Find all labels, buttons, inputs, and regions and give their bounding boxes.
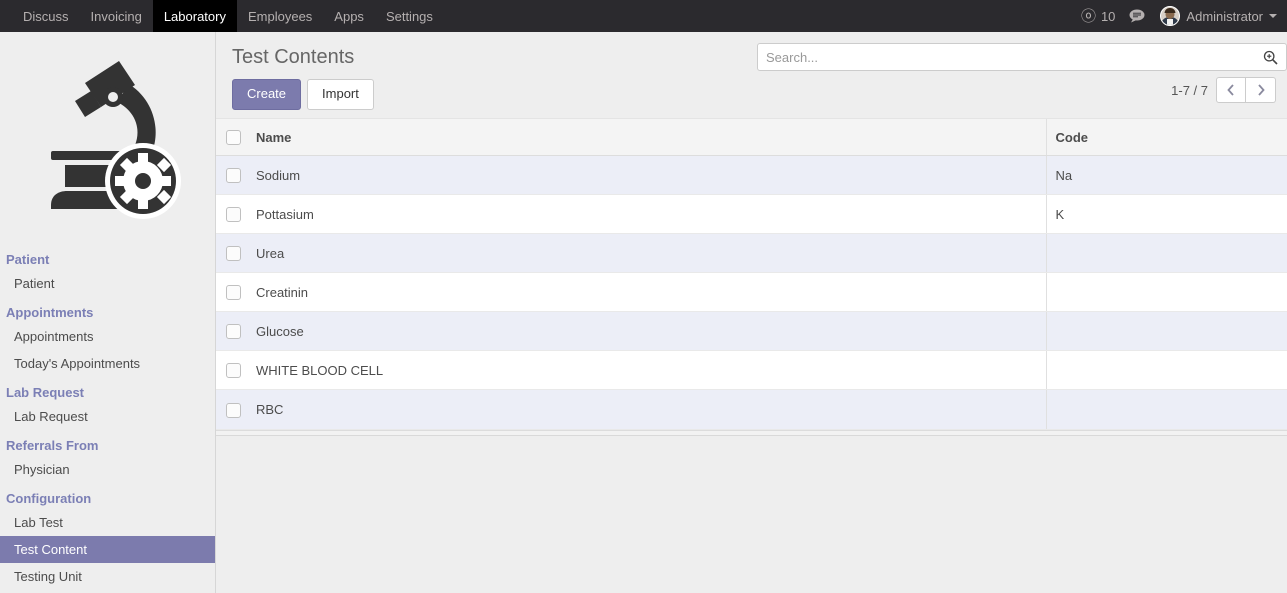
pagination: 1-7 / 7 [1171, 77, 1276, 103]
row-checkbox[interactable] [226, 324, 241, 340]
magnifier-plus-icon[interactable] [1263, 50, 1278, 65]
row-checkbox-cell [216, 389, 248, 430]
import-button[interactable]: Import [307, 79, 374, 110]
sidebar-item-lab-request[interactable]: Lab Request [0, 403, 215, 430]
row-checkbox-cell [216, 194, 248, 235]
cell-code[interactable] [1045, 272, 1287, 313]
select-all-checkbox[interactable] [226, 130, 241, 146]
row-checkbox[interactable] [226, 285, 241, 301]
user-name: Administrator [1186, 8, 1263, 24]
row-checkbox-cell [216, 350, 248, 391]
table-row[interactable]: Creatinin [216, 272, 1287, 313]
action-buttons: Create Import [216, 69, 1287, 110]
table-row[interactable]: Pottasium K [216, 194, 1287, 235]
cell-name[interactable]: Pottasium [248, 194, 1046, 235]
column-header-name[interactable]: Name [248, 117, 1046, 157]
row-checkbox-cell [216, 311, 248, 352]
nav-item-apps[interactable]: Apps [323, 0, 375, 32]
sidebar-section-referrals-from: Referrals From [6, 438, 99, 453]
sidebar-menu: Patient Patient Appointments Appointments To… [0, 244, 215, 590]
control-panel: Test Contents Create Import Search... 1-… [216, 32, 1287, 118]
row-checkbox[interactable] [226, 168, 241, 184]
cell-name[interactable]: RBC [248, 389, 1046, 430]
cell-name[interactable]: Glucose [248, 311, 1046, 352]
nav-item-laboratory[interactable]: Laboratory [152, 0, 237, 32]
sidebar-section-lab-request: Lab Request [6, 385, 85, 400]
nav-item-invoicing[interactable]: Invoicing [80, 0, 153, 32]
chat-bubble-icon[interactable] [1129, 9, 1146, 23]
row-checkbox-cell [216, 155, 248, 196]
top-navbar: Discuss Invoicing Laboratory Employees Apps S… [0, 0, 1287, 32]
user-menu[interactable]: Administrator [1160, 6, 1277, 26]
table-body: Sodium Na Pottasium K Urea Creatinin Glucose WH… [216, 155, 1287, 430]
sidebar-item-testing-unit[interactable]: Testing Unit [0, 563, 215, 590]
main-content: Test Contents Create Import Search... 1-… [216, 32, 1287, 593]
table-footer [216, 429, 1287, 436]
row-checkbox-cell [216, 233, 248, 274]
sidebar-section-patient: Patient [6, 252, 50, 267]
sidebar: Patient Patient Appointments Appointments To… [0, 32, 216, 593]
caret-down-icon [1269, 14, 1277, 18]
cell-code[interactable] [1045, 389, 1287, 430]
sidebar-item-test-content[interactable]: Test Content [0, 536, 215, 563]
sidebar-section-appointments: Appointments [6, 305, 94, 320]
main-nav-menu: Discuss Invoicing Laboratory Employees Apps S… [12, 0, 444, 32]
pagination-range: 1-7 / 7 [1171, 82, 1208, 98]
table-header-row: Name Code [216, 117, 1287, 157]
cell-code[interactable] [1045, 311, 1287, 352]
avatar [1160, 6, 1181, 26]
sidebar-item-lab-test[interactable]: Lab Test [0, 509, 215, 536]
row-checkbox-cell [216, 272, 248, 313]
sidebar-item-appointments[interactable]: Appointments [0, 323, 215, 350]
table-row[interactable]: WHITE BLOOD CELL [216, 350, 1287, 391]
microscope-gear-logo [0, 32, 215, 244]
search-box[interactable] [757, 43, 1287, 71]
table-row[interactable]: Urea [216, 233, 1287, 274]
chevron-left-icon[interactable] [1216, 77, 1246, 103]
cell-code[interactable] [1045, 233, 1287, 274]
row-checkbox[interactable] [226, 363, 241, 379]
cell-code[interactable] [1045, 350, 1287, 391]
create-button[interactable]: Create [232, 79, 302, 110]
page-layout: Patient Patient Appointments Appointments To… [0, 32, 1287, 593]
search-input[interactable] [766, 49, 1263, 65]
cell-name[interactable]: WHITE BLOOD CELL [248, 350, 1046, 391]
table-row[interactable]: Glucose [216, 311, 1287, 352]
nav-item-employees[interactable]: Employees [237, 0, 323, 32]
list-view: Name Code Sodium Na Pottasium K Urea Creatini… [216, 117, 1287, 436]
at-icon: ⓞ [1080, 7, 1096, 25]
cell-code[interactable]: Na [1045, 155, 1287, 196]
mentions-indicator[interactable]: ⓞ 10 [1081, 9, 1115, 24]
sidebar-item-patient[interactable]: Patient [0, 270, 215, 297]
sidebar-item-today-s-appointments[interactable]: Today's Appointments [0, 350, 215, 377]
test-contents-table: Name Code Sodium Na Pottasium K Urea Creatini… [216, 117, 1287, 430]
nav-item-settings[interactable]: Settings [375, 0, 444, 32]
pagination-buttons [1216, 77, 1276, 103]
select-all-cell [216, 117, 248, 157]
row-checkbox[interactable] [226, 402, 241, 418]
table-row[interactable]: Sodium Na [216, 155, 1287, 196]
cell-code[interactable]: K [1045, 194, 1287, 235]
nav-item-discuss[interactable]: Discuss [12, 0, 80, 32]
row-checkbox[interactable] [226, 246, 241, 262]
chevron-right-icon[interactable] [1246, 77, 1276, 103]
sidebar-item-physician[interactable]: Physician [0, 456, 215, 483]
navbar-right-tools: ⓞ 10 Administrator [1067, 0, 1287, 32]
column-header-code[interactable]: Code [1045, 117, 1287, 157]
row-checkbox[interactable] [226, 207, 241, 223]
cell-name[interactable]: Sodium [248, 155, 1046, 196]
table-header: Name Code [216, 117, 1287, 157]
cell-name[interactable]: Creatinin [248, 272, 1046, 313]
sidebar-section-configuration: Configuration [6, 491, 92, 506]
cell-name[interactable]: Urea [248, 233, 1046, 274]
table-row[interactable]: RBC [216, 389, 1287, 430]
mention-count: 10 [1100, 8, 1116, 24]
search-area [757, 43, 1287, 71]
